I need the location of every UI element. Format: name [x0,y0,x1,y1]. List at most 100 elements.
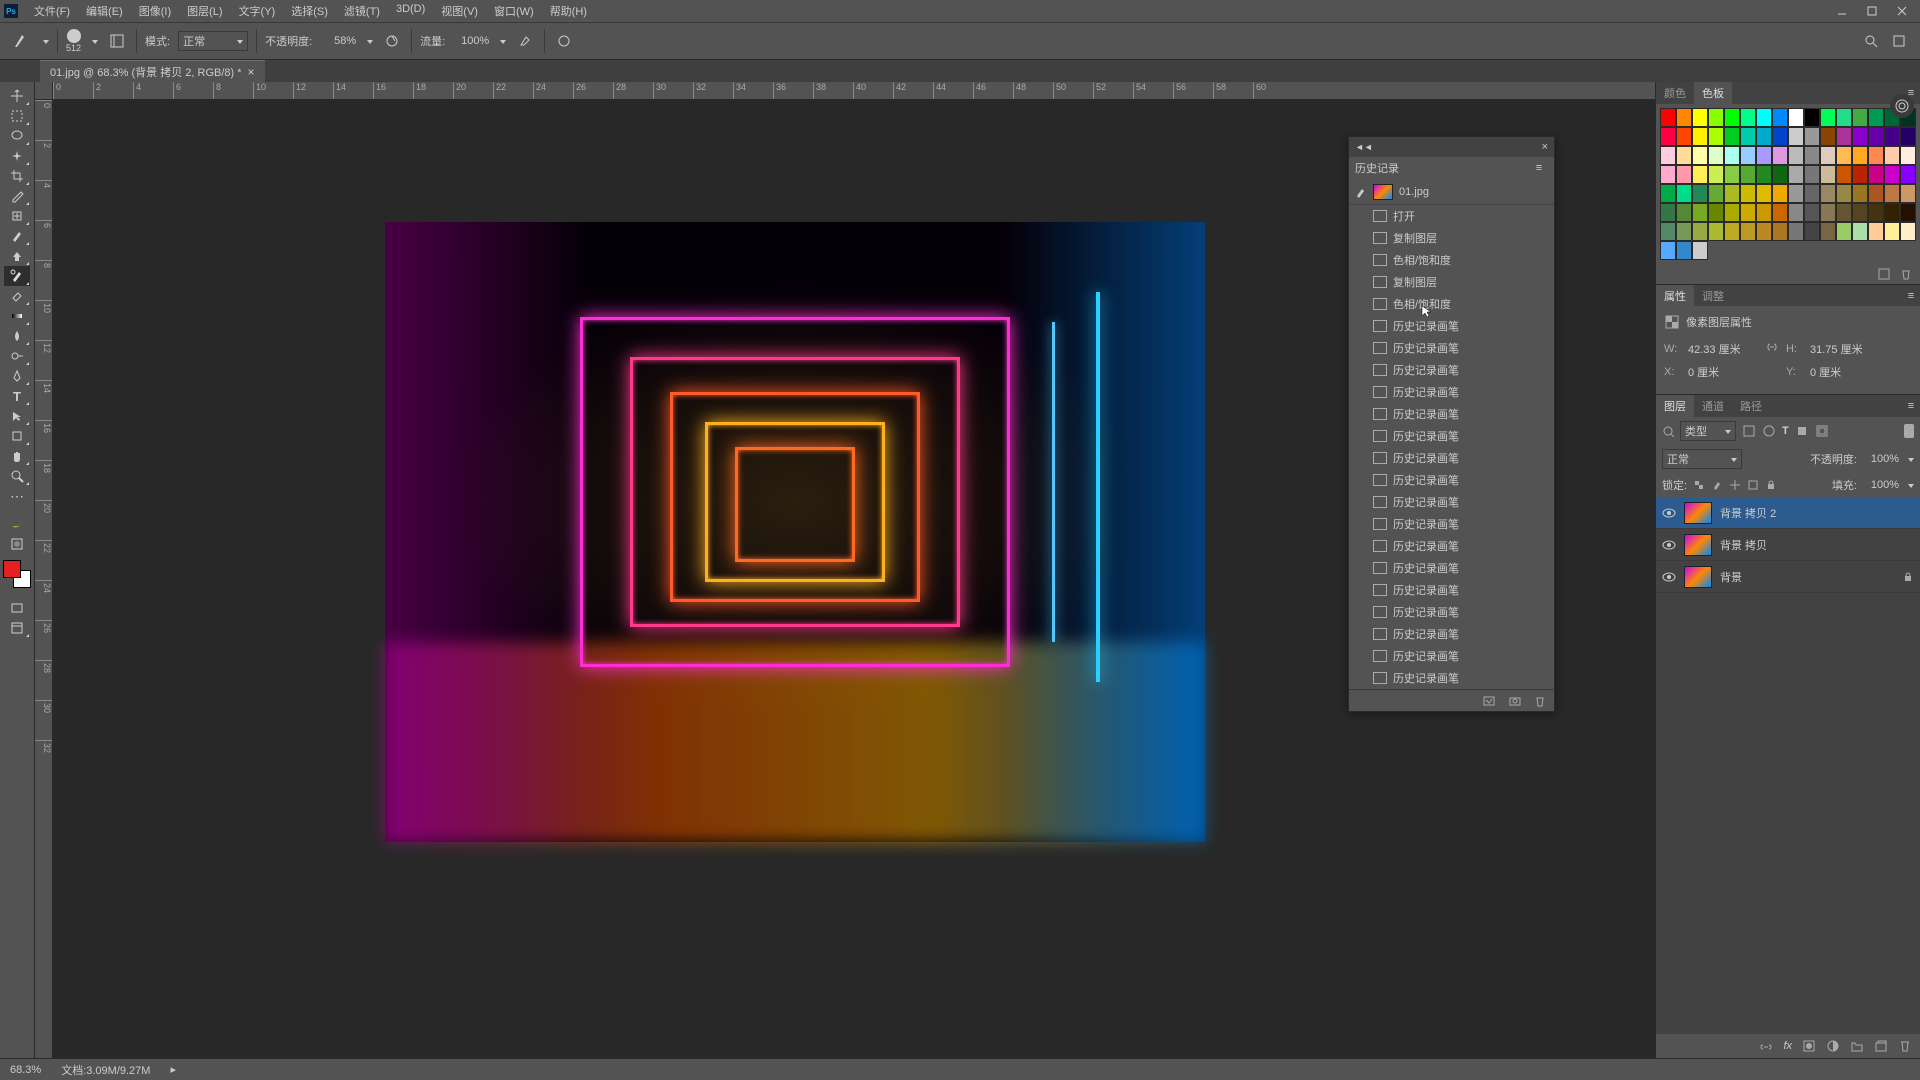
group-icon[interactable] [1850,1039,1864,1053]
swatch[interactable] [1804,184,1820,203]
lock-artboard-icon[interactable] [1747,479,1759,491]
dodge-tool[interactable] [4,346,30,366]
swatch[interactable] [1724,127,1740,146]
collapse-icon[interactable]: ◄◄ [1355,142,1373,152]
cc-libraries-icon[interactable] [1890,94,1914,118]
pressure-size-icon[interactable] [553,30,575,52]
move-tool[interactable] [4,86,30,106]
swatch[interactable] [1724,184,1740,203]
history-item[interactable]: 历史记录画笔 [1349,337,1554,359]
swatch[interactable] [1804,146,1820,165]
shape-tool[interactable] [4,426,30,446]
swatch[interactable] [1852,146,1868,165]
swatch[interactable] [1788,108,1804,127]
airbrush-icon[interactable] [514,30,536,52]
swatch[interactable] [1884,146,1900,165]
swatch[interactable] [1900,184,1916,203]
flow-input[interactable] [453,35,489,47]
filter-shape-icon[interactable] [1795,424,1809,438]
swatch[interactable] [1740,184,1756,203]
history-item[interactable]: 历史记录画笔 [1349,469,1554,491]
swatch[interactable] [1836,165,1852,184]
history-item[interactable]: 历史记录画笔 [1349,381,1554,403]
swatch[interactable] [1676,165,1692,184]
filter-adjust-icon[interactable] [1762,424,1776,438]
swatch[interactable] [1692,165,1708,184]
swatch[interactable] [1724,165,1740,184]
swatch[interactable] [1692,203,1708,222]
tab-channels[interactable]: 通道 [1694,395,1732,417]
swatch[interactable] [1676,108,1692,127]
swatch[interactable] [1756,108,1772,127]
gradient-tool[interactable] [4,306,30,326]
swatch[interactable] [1852,127,1868,146]
brush-tool[interactable] [4,226,30,246]
healing-brush-tool[interactable] [4,206,30,226]
swatch[interactable] [1900,203,1916,222]
history-item[interactable]: 历史记录画笔 [1349,403,1554,425]
blend-mode-select[interactable]: 正常 [178,31,248,51]
swatch[interactable] [1708,146,1724,165]
workspace-icon[interactable] [1888,30,1910,52]
maximize-button[interactable] [1858,2,1886,20]
type-tool[interactable]: T [4,386,30,406]
swatch[interactable] [1788,222,1804,241]
link-wh-icon[interactable] [1766,340,1778,358]
swatch[interactable] [1724,222,1740,241]
filter-kind-select[interactable]: 类型 [1680,421,1736,441]
zoom-level[interactable]: 68.3% [10,1064,41,1076]
new-swatch-icon[interactable] [1878,268,1890,280]
document-canvas[interactable] [385,222,1205,842]
close-panel-icon[interactable]: × [1542,141,1548,153]
visibility-icon[interactable] [1662,538,1676,552]
swatch[interactable] [1884,127,1900,146]
ruler-origin[interactable] [35,82,53,100]
history-panel-menu-icon[interactable]: ≡ [1530,162,1548,174]
swatch[interactable] [1820,146,1836,165]
filter-type-icon[interactable]: T [1782,425,1789,437]
swatch[interactable] [1852,108,1868,127]
layers-panel-menu-icon[interactable]: ≡ [1902,395,1920,417]
swatch[interactable] [1788,165,1804,184]
swatch[interactable] [1900,165,1916,184]
menu-view[interactable]: 视图(V) [433,0,486,23]
history-item[interactable]: 历史记录画笔 [1349,645,1554,667]
tab-layers[interactable]: 图层 [1656,395,1694,417]
swatch[interactable] [1740,108,1756,127]
swatch[interactable] [1660,184,1676,203]
tab-adjustments[interactable]: 调整 [1694,285,1732,306]
swatch[interactable] [1836,127,1852,146]
swatch[interactable] [1676,222,1692,241]
ruler-vertical[interactable]: 02468101214161820222426283032 [35,100,53,1058]
delete-layer-icon[interactable] [1898,1039,1912,1053]
edit-toolbar-icon[interactable]: ⋯ [4,486,30,506]
swatch[interactable] [1756,165,1772,184]
canvas-area[interactable]: 0246810121416182022242628303234363840424… [35,82,1920,1058]
menu-file[interactable]: 文件(F) [26,0,78,23]
zoom-tool[interactable] [4,466,30,486]
filter-icon[interactable] [1662,425,1674,437]
swatch[interactable] [1884,165,1900,184]
swatch[interactable] [1660,203,1676,222]
clone-stamp-tool[interactable] [4,246,30,266]
path-select-tool[interactable] [4,406,30,426]
swatch[interactable] [1724,146,1740,165]
swatch[interactable] [1756,127,1772,146]
swatch[interactable] [1820,184,1836,203]
menu-3d[interactable]: 3D(D) [388,0,433,23]
menu-image[interactable]: 图像(I) [131,0,179,23]
screen-mode-alt-icon[interactable] [4,618,30,638]
swatch[interactable] [1788,184,1804,203]
swatch[interactable] [1884,203,1900,222]
swatch[interactable] [1772,146,1788,165]
marquee-tool[interactable] [4,106,30,126]
delete-swatch-icon[interactable] [1900,268,1912,280]
swatch[interactable] [1868,127,1884,146]
flow-dropdown[interactable] [497,35,506,47]
history-item[interactable]: 复制图层 [1349,271,1554,293]
swatch[interactable] [1852,184,1868,203]
swatch[interactable] [1708,108,1724,127]
snapshot-icon[interactable] [1508,695,1522,707]
doc-size-info[interactable]: 文档:3.09M/9.27M [61,1062,150,1078]
layer-row[interactable]: 背景 拷贝 [1656,529,1920,561]
